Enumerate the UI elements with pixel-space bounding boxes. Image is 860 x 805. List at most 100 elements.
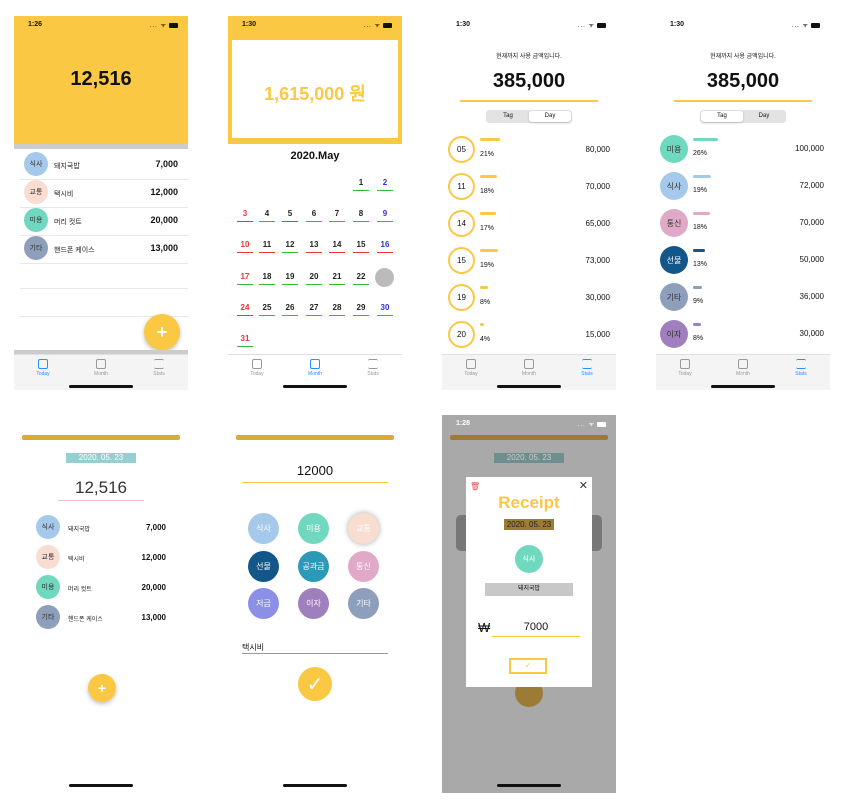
- status-icons: ... ᯤ: [578, 21, 606, 29]
- item-amount: 7,000: [155, 159, 178, 169]
- receipt-confirm-button[interactable]: ✓: [509, 658, 547, 674]
- percent-label: 4%: [480, 336, 491, 343]
- category-option[interactable]: 이자: [298, 588, 329, 619]
- trash-icon: 🗑: [470, 482, 481, 491]
- calendar-day[interactable]: 5: [281, 209, 299, 222]
- home-indicator: [69, 385, 133, 388]
- calendar-day[interactable]: 3: [236, 209, 254, 222]
- currency-symbol: ₩: [478, 620, 491, 635]
- tab-month[interactable]: Month: [714, 358, 772, 377]
- percent-bar: [480, 323, 484, 326]
- category-badge: 교통: [36, 545, 60, 569]
- check-icon: ✓: [524, 661, 532, 670]
- today-icon: [680, 359, 690, 369]
- status-icons: ... ᯤ: [364, 21, 392, 29]
- tab-today[interactable]: Today: [442, 358, 500, 377]
- calendar-day[interactable]: 10: [236, 240, 254, 253]
- battery-icon: [597, 22, 606, 28]
- tab-month[interactable]: Month: [286, 358, 344, 377]
- confirm-button[interactable]: ✓: [298, 667, 332, 701]
- delete-button[interactable]: 🗑: [470, 482, 481, 492]
- segment-day[interactable]: Day: [529, 111, 571, 122]
- category-badge: 식사: [36, 515, 60, 539]
- calendar-day[interactable]: 27: [305, 303, 323, 316]
- calendar-day[interactable]: 22: [352, 272, 370, 285]
- percent-label: 18%: [480, 188, 495, 195]
- tab-stats[interactable]: Stats: [772, 358, 830, 377]
- add-expense-button[interactable]: +: [88, 674, 116, 702]
- calendar-day[interactable]: 14: [328, 240, 346, 253]
- tab-today[interactable]: Today: [228, 358, 286, 377]
- calendar-day[interactable]: 8: [352, 209, 370, 222]
- receipt-amount-input[interactable]: 7000: [492, 621, 580, 633]
- category-option[interactable]: 교통: [348, 513, 379, 544]
- calendar-day[interactable]: 11: [258, 240, 276, 253]
- category-option[interactable]: 기타: [348, 588, 379, 619]
- calendar-day[interactable]: 20: [305, 272, 323, 285]
- screen-add-expense: 12000 식사 미용 교통선물 공과금 통신저금 이자 기타 택시비 ✓: [228, 415, 402, 793]
- tab-stats[interactable]: Stats: [130, 358, 188, 377]
- tab-month[interactable]: Month: [72, 358, 130, 377]
- amount-input[interactable]: 12000: [242, 463, 388, 478]
- percent-label: 19%: [693, 187, 708, 194]
- calendar-day[interactable]: 16: [376, 240, 394, 253]
- calendar-day[interactable]: 28: [328, 303, 346, 316]
- calendar-day[interactable]: 18: [258, 272, 276, 285]
- total-underline: [674, 100, 812, 102]
- close-button[interactable]: ✕: [579, 479, 588, 492]
- percent-label: 21%: [480, 151, 495, 158]
- segment-day[interactable]: Day: [743, 111, 785, 122]
- category-option[interactable]: 공과금: [298, 551, 329, 582]
- calendar-day[interactable]: 15: [352, 240, 370, 253]
- stats-icon: [154, 359, 164, 369]
- battery-icon: [169, 22, 178, 28]
- calendar-day[interactable]: 2: [376, 178, 394, 191]
- calendar-day[interactable]: 30: [376, 303, 394, 316]
- detail-date: 2020. 05. 23: [66, 453, 136, 463]
- category-option[interactable]: 식사: [248, 513, 279, 544]
- segment-tag[interactable]: Tag: [487, 111, 529, 122]
- tab-today[interactable]: Today: [14, 358, 72, 377]
- calendar-day[interactable]: 21: [328, 272, 346, 285]
- calendar-day[interactable]: 12: [281, 240, 299, 253]
- percent-bar: [480, 175, 498, 178]
- calendar-day[interactable]: 17: [236, 272, 254, 285]
- tab-stats[interactable]: Stats: [558, 358, 616, 377]
- calendar-day[interactable]: 4: [258, 209, 276, 222]
- category-badge: 기타: [36, 605, 60, 629]
- calendar-day[interactable]: 1: [352, 178, 370, 191]
- calendar-day[interactable]: 9: [376, 209, 394, 222]
- category-option[interactable]: 저금: [248, 588, 279, 619]
- status-bar: 1:30 ... ᯤ: [442, 16, 616, 36]
- screen-stats-tag: 1:30 ... ᯤ 현재까지 사용 금액입니다. 385,000 Tag Da…: [656, 16, 830, 394]
- calendar-day[interactable]: 29: [352, 303, 370, 316]
- tab-today[interactable]: Today: [656, 358, 714, 377]
- category-option[interactable]: 통신: [348, 551, 379, 582]
- receipt-date: 2020. 05. 23: [504, 519, 554, 530]
- category-option[interactable]: 미용: [298, 513, 329, 544]
- percent-bar: [693, 323, 701, 326]
- memo-input[interactable]: 택시비: [242, 642, 264, 653]
- calendar-day[interactable]: 19: [281, 272, 299, 285]
- calendar-day[interactable]: 24: [236, 303, 254, 316]
- calendar-day[interactable]: 25: [258, 303, 276, 316]
- tag-circle: 식사: [660, 172, 688, 200]
- calendar-day[interactable]: 31: [236, 334, 254, 347]
- stats-segmented-control: Tag Day: [486, 110, 572, 123]
- status-bar: 1:30 ... ᯤ: [228, 16, 402, 36]
- tab-month[interactable]: Month: [500, 358, 558, 377]
- screen-stats-day: 1:30 ... ᯤ 현재까지 사용 금액입니다. 385,000 Tag Da…: [442, 16, 616, 394]
- sheet-handle: [22, 435, 180, 440]
- calendar-day[interactable]: 7: [328, 209, 346, 222]
- percent-bar: [480, 249, 499, 252]
- category-option[interactable]: 선물: [248, 551, 279, 582]
- segment-tag[interactable]: Tag: [701, 111, 743, 122]
- add-expense-button[interactable]: +: [144, 314, 180, 350]
- calendar-day[interactable]: 26: [281, 303, 299, 316]
- calendar-day[interactable]: 6: [305, 209, 323, 222]
- tab-stats[interactable]: Stats: [344, 358, 402, 377]
- category-badge: 미용: [24, 208, 48, 232]
- check-icon: ✓: [306, 673, 324, 696]
- calendar-day[interactable]: 13: [305, 240, 323, 253]
- item-name: 택시비: [68, 557, 85, 563]
